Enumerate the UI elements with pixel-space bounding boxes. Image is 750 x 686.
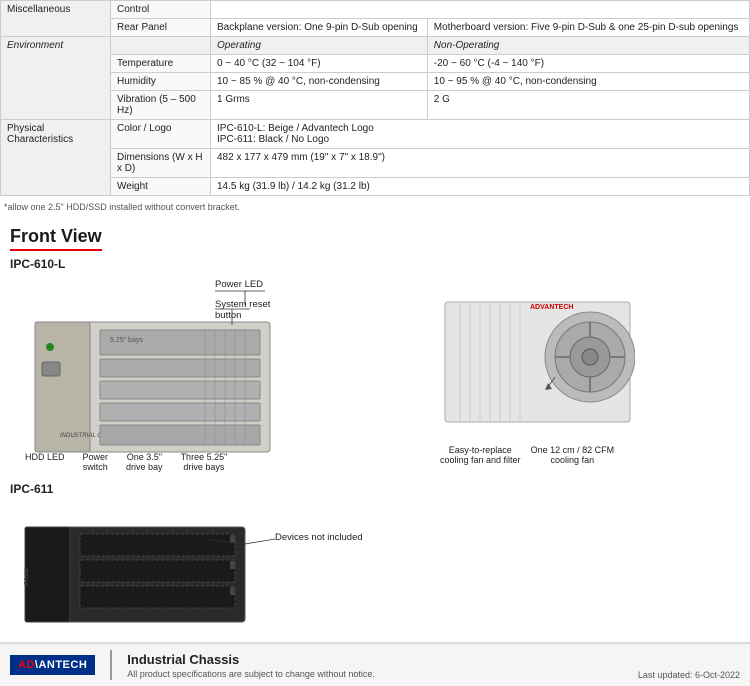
value-rear-panel-2: Motherboard version: Five 9-pin D-Sub & …: [427, 19, 749, 37]
label-dimensions: Dimensions (W x H x D): [111, 149, 211, 178]
value-humidity-op: 10 ~ 85 % @ 40 °C, non-condensing: [211, 73, 428, 91]
ipc611-diagram: IPC-611 Devices not included: [10, 502, 740, 642]
label-temperature: Temperature: [111, 55, 211, 73]
brand-container: AD\ANTECH: [10, 655, 95, 675]
table-row-env-header: Environment Operating Non-Operating: [1, 37, 750, 55]
value-weight: 14.5 kg (31.9 lb) / 14.2 kg (31.2 lb): [211, 178, 750, 196]
label-drive-525: Three 5.25"drive bays: [181, 452, 228, 472]
chassis-610l-right-svg: ADVANTECH: [440, 297, 635, 437]
value-color: IPC-610-L: Beige / Advantech LogoIPC-611…: [211, 120, 750, 149]
label-fan-cfm: One 12 cm / 82 CFMcooling fan: [531, 445, 615, 465]
value-vibration-nonop: 2 G: [427, 91, 749, 120]
category-miscellaneous: Miscellaneous: [1, 1, 111, 37]
front-view-section: Front View IPC-610-L INDUSTRIAL COMPUTER…: [0, 222, 750, 642]
label-empty: [111, 37, 211, 55]
label-drive-35: One 3.5"drive bay: [126, 452, 163, 472]
table-row-humidity: Humidity 10 ~ 85 % @ 40 °C, non-condensi…: [1, 73, 750, 91]
value-dimensions: 482 x 177 x 479 mm (19" x 7" x 18.9"): [211, 149, 750, 178]
label-weight: Weight: [111, 178, 211, 196]
label-hdd-led: HDD LED: [25, 452, 65, 472]
label-fan-filter: Easy-to-replacecooling fan and filter: [440, 445, 521, 465]
category-environment: Environment: [1, 37, 111, 120]
label-power-switch: Powerswitch: [83, 452, 109, 472]
table-row-dimensions: Dimensions (W x H x D) 482 x 177 x 479 m…: [1, 149, 750, 178]
table-row: Miscellaneous Control: [1, 1, 750, 19]
value-temp-op: 0 ~ 40 °C (32 ~ 104 °F): [211, 55, 428, 73]
label-rear-panel: Rear Panel: [111, 19, 211, 37]
table-row-temperature: Temperature 0 ~ 40 °C (32 ~ 104 °F) -20 …: [1, 55, 750, 73]
ipc610l-right-chassis: ADVANTECH: [440, 297, 635, 440]
footer-note: All product specifications are subject t…: [127, 669, 375, 679]
svg-text:ADVANTECH: ADVANTECH: [530, 304, 573, 311]
category-physical: Physical Characteristics: [1, 120, 111, 196]
footer-title: Industrial Chassis: [127, 652, 375, 667]
value-control: [211, 1, 750, 19]
ipc610l-diagram: INDUSTRIAL COMPUTER IPC-610 5.25" bays P…: [10, 277, 740, 477]
table-row: Rear Panel Backplane version: One 9-pin …: [1, 19, 750, 37]
label-color: Color / Logo: [111, 120, 211, 149]
section-title: Front View: [10, 226, 102, 251]
bottom-labels-container: HDD LED Powerswitch One 3.5"drive bay Th…: [25, 452, 227, 472]
header-operating: Operating: [211, 37, 428, 55]
value-rear-panel-1: Backplane version: One 9-pin D-Sub openi…: [211, 19, 428, 37]
table-row-color: Physical Characteristics Color / Logo IP…: [1, 120, 750, 149]
advantech-logo: AD\ANTECH: [10, 655, 95, 675]
model-label-610l: IPC-610-L: [10, 257, 740, 271]
callout-system-reset: System resetbutton: [215, 299, 270, 321]
header-non-operating: Non-Operating: [427, 37, 749, 55]
value-temp-nonop: -20 ~ 60 °C (-4 ~ 140 °F): [427, 55, 749, 73]
footer-date: Last updated: 6-Oct-2022: [638, 670, 740, 680]
table-note: *allow one 2.5" HDD/SSD installed withou…: [0, 200, 750, 214]
footer-divider: [110, 650, 112, 680]
table-row-weight: Weight 14.5 kg (31.9 lb) / 14.2 kg (31.2…: [1, 178, 750, 196]
table-row-vibration: Vibration (5 – 500 Hz) 1 Grms 2 G: [1, 91, 750, 120]
footer-title-container: Industrial Chassis All product specifica…: [127, 652, 375, 679]
model-label-611: IPC-611: [10, 482, 740, 496]
value-vibration-op: 1 Grms: [211, 91, 428, 120]
label-humidity: Humidity: [111, 73, 211, 91]
specs-table-wrapper: Miscellaneous Control Rear Panel Backpla…: [0, 0, 750, 196]
label-vibration: Vibration (5 – 500 Hz): [111, 91, 211, 120]
right-bottom-labels: Easy-to-replacecooling fan and filter On…: [440, 445, 614, 465]
footer: AD\ANTECH Industrial Chassis All product…: [0, 642, 750, 686]
value-humidity-nonop: 10 ~ 95 % @ 40 °C, non-condensing: [427, 73, 749, 91]
label-control: Control: [111, 1, 211, 19]
callout-line-611-svg: [10, 502, 410, 642]
specs-table: Miscellaneous Control Rear Panel Backpla…: [0, 0, 750, 196]
